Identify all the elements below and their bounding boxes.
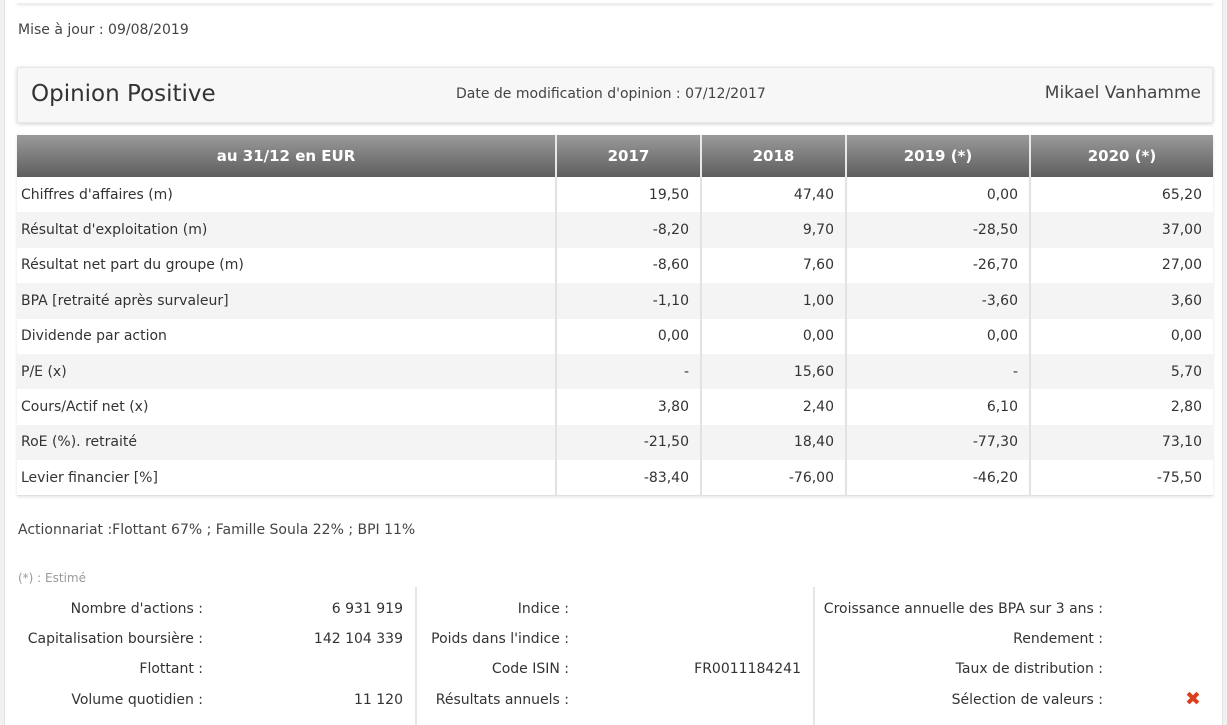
table-cell: 7,60 [700, 247, 846, 284]
table-cell: -8,60 [555, 247, 701, 284]
estimate-note: (*) : Estimé [18, 571, 86, 585]
info-label: Sélection de valeurs : [951, 692, 1103, 708]
info-label: Volume quotidien : [71, 692, 203, 708]
table-cell: 27,00 [1029, 247, 1213, 284]
info-label: Poids dans l'indice : [431, 631, 569, 647]
table-cell: -76,00 [700, 460, 846, 497]
table-cell: 1,00 [700, 283, 846, 319]
row-label: Résultat net part du groupe (m) [21, 257, 244, 274]
table-cell: -1,10 [555, 283, 701, 319]
column-header: 2019 (*) [845, 135, 1030, 177]
column-header: 2018 [700, 135, 846, 177]
row-label: Levier financier [%] [17, 460, 556, 497]
table-row: Cours/Actif net (x) 3,80 2,40 6,10 2,80 [17, 389, 1213, 425]
table-cell: 5,70 [1029, 353, 1213, 390]
column-header: 2017 [555, 135, 701, 177]
info-label: Nombre d'actions : [70, 601, 203, 617]
table-cell: 0,00 [845, 318, 1030, 354]
info-divider [813, 587, 815, 725]
table-cell: -28,50 [845, 212, 1030, 248]
opinion-box: Opinion Positive Date de modification d'… [17, 67, 1213, 123]
row-label: RoE (%). retraité [17, 424, 556, 461]
table-row: Résultat d'exploitation (m) -8,20 9,70 -… [17, 212, 1213, 248]
table-cell: -3,60 [845, 283, 1030, 319]
row-label: Chiffres d'affaires (m) [21, 186, 173, 203]
table-cell: 0,00 [700, 318, 846, 354]
top-divider [17, 0, 1213, 3]
opinion-title: Opinion Positive [31, 81, 216, 107]
table-row: Dividende par action 0,00 0,00 0,00 0,00 [17, 318, 1213, 354]
table-row: BPA [retraité après survaleur] -1,10 1,0… [17, 283, 1213, 319]
table-cell: 65,20 [1029, 177, 1213, 213]
table-cell: 19,50 [555, 177, 701, 213]
table-cell: -46,20 [845, 460, 1030, 497]
table-cell: -21,50 [555, 424, 701, 461]
column-header: 2020 (*) [1029, 135, 1213, 177]
table-cell: -8,20 [555, 212, 701, 248]
table-cell: -83,40 [555, 460, 701, 497]
table-cell: 0,00 [845, 177, 1030, 213]
row-label: Cours/Actif net (x) [21, 399, 149, 416]
info-label: Rendement : [1013, 631, 1103, 647]
column-header: au 31/12 en EUR [17, 135, 556, 177]
info-divider [415, 587, 417, 725]
info-label: Croissance annuelle des BPA sur 3 ans : [823, 601, 1103, 617]
row-label: P/E (x) [17, 353, 556, 390]
table-cell: 3,60 [1029, 283, 1213, 319]
table-row: P/E (x) - 15,60 - 5,70 [17, 353, 1213, 390]
opinion-modification-date: Date de modification d'opinion : 07/12/2… [456, 86, 766, 102]
table-cell: 18,40 [700, 424, 846, 461]
table-cell: -77,30 [845, 424, 1030, 461]
info-label: Code ISIN : [491, 661, 569, 677]
company-panel: Mise à jour : 09/08/2019 Opinion Positiv… [4, 0, 1223, 725]
close-x-icon: ✖ [1185, 688, 1201, 710]
table-cell: - [555, 353, 701, 390]
info-label: Taux de distribution : [955, 661, 1103, 677]
table-row: Levier financier [%] -83,40 -76,00 -46,2… [17, 460, 1213, 497]
shareholders-line: Actionnariat :Flottant 67% ; Famille Sou… [18, 522, 416, 538]
table-cell: -26,70 [845, 247, 1030, 284]
table-cell: 9,70 [700, 212, 846, 248]
financial-table: au 31/12 en EUR 2017 2018 2019 (*) 2020 … [17, 135, 1213, 497]
table-cell: 3,80 [555, 389, 701, 425]
info-value: 142 104 339 [313, 631, 403, 647]
table-header-row: au 31/12 en EUR 2017 2018 2019 (*) 2020 … [17, 135, 1213, 177]
table-cell: 0,00 [1029, 318, 1213, 354]
update-date: Mise à jour : 09/08/2019 [18, 22, 189, 38]
table-row: RoE (%). retraité -21,50 18,40 -77,30 73… [17, 424, 1213, 461]
isin-value: FR0011184241 [694, 661, 801, 677]
row-label: BPA [retraité après survaleur] [17, 283, 556, 319]
info-label: Flottant : [139, 661, 203, 677]
info-label: Indice : [517, 601, 569, 617]
table-row: Résultat net part du groupe (m) -8,60 7,… [17, 247, 1213, 284]
table-cell: 37,00 [1029, 212, 1213, 248]
table-cell: 0,00 [555, 318, 701, 354]
table-row: Chiffres d'affaires (m) 19,50 47,40 0,00… [17, 177, 1213, 213]
info-label: Résultats annuels : [435, 692, 569, 708]
table-cell: - [845, 353, 1030, 390]
table-cell: 15,60 [700, 353, 846, 390]
table-cell: 73,10 [1029, 424, 1213, 461]
table-cell: 2,80 [1029, 389, 1213, 425]
table-cell: 2,40 [700, 389, 846, 425]
row-label: Résultat d'exploitation (m) [17, 212, 556, 248]
table-cell: 6,10 [845, 389, 1030, 425]
table-cell: -75,50 [1029, 460, 1213, 497]
info-value: 6 931 919 [331, 601, 403, 617]
table-cell: 47,40 [700, 177, 846, 213]
info-value: 11 120 [354, 692, 403, 708]
analyst-name: Mikael Vanhamme [1044, 83, 1201, 103]
row-label: Dividende par action [21, 328, 167, 345]
info-label: Capitalisation boursière : [27, 631, 203, 647]
